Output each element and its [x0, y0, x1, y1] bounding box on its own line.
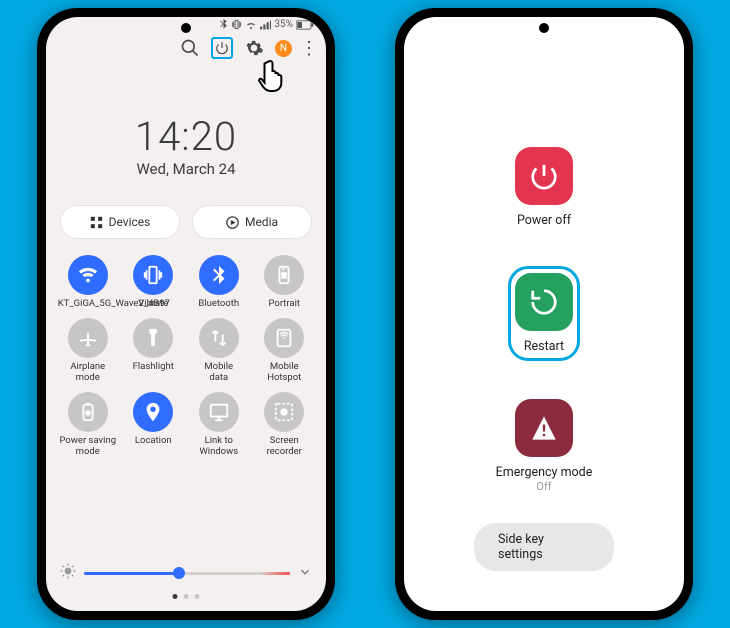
- signal-status-icon: [260, 20, 271, 30]
- hand-cursor-graphic: [256, 55, 296, 99]
- camera-punch-hole: [539, 23, 549, 33]
- side-key-settings-button[interactable]: Side key settings: [474, 523, 614, 571]
- qs-toggle-location[interactable]: Location: [122, 392, 186, 458]
- qs-label: Airplane mode: [70, 362, 105, 384]
- qs-toggle-linkwin[interactable]: Link to Windows: [187, 392, 251, 458]
- qs-label: Screen recorder: [267, 436, 302, 458]
- restart-highlight: Restart: [508, 266, 580, 361]
- status-bar: 35%: [219, 19, 314, 30]
- mobile-data-icon: [199, 318, 239, 358]
- media-label: Media: [245, 215, 278, 229]
- phone-frame-left: 35% N ⋮ 14:20 Wed, March 24: [37, 8, 335, 620]
- bluetooth-status-icon: [219, 19, 228, 30]
- more-icon[interactable]: ⋮: [302, 37, 316, 59]
- power-off-button[interactable]: Power off: [515, 147, 573, 228]
- battery-text: 35%: [274, 19, 293, 30]
- wifi-status-icon: [245, 20, 257, 30]
- airplane-icon: [68, 318, 108, 358]
- qs-toggle-hotspot[interactable]: Mobile Hotspot: [253, 318, 317, 384]
- qs-label: Mobile Hotspot: [267, 362, 301, 384]
- devices-label: Devices: [109, 215, 151, 229]
- restart-icon: [515, 273, 573, 331]
- restart-button[interactable]: Restart: [515, 273, 573, 354]
- link-windows-icon: [199, 392, 239, 432]
- emergency-label: Emergency mode: [496, 465, 593, 480]
- brightness-icon: [60, 563, 76, 583]
- emergency-mode-button[interactable]: Emergency mode Off: [496, 399, 593, 493]
- brightness-row: [60, 563, 312, 583]
- qs-toggle-powersave[interactable]: Power saving mode: [56, 392, 120, 458]
- clock-block: 14:20 Wed, March 24: [46, 113, 326, 178]
- bluetooth-icon: [199, 255, 239, 295]
- qs-toggle-mobiledata[interactable]: Mobile data: [187, 318, 251, 384]
- power-save-icon: [68, 392, 108, 432]
- qs-label: Location: [135, 436, 172, 447]
- quick-settings-screen: 35% N ⋮ 14:20 Wed, March 24: [46, 17, 326, 611]
- devices-button[interactable]: Devices: [60, 205, 180, 239]
- power-menu: Power off Restart Emergency mode Off: [404, 147, 684, 493]
- power-menu-screen: Power off Restart Emergency mode Off Sid…: [404, 17, 684, 611]
- search-icon[interactable]: [179, 37, 201, 59]
- power-off-label: Power off: [517, 213, 571, 228]
- qs-label: KT_GiGA_5G_Wave2_4B97: [58, 299, 118, 310]
- emergency-icon: [515, 399, 573, 457]
- vibrate-status-icon: [231, 19, 242, 30]
- qs-label: Vibrate: [138, 299, 168, 310]
- qs-toggle-bluetooth[interactable]: Bluetooth: [187, 255, 251, 310]
- portrait-lock-icon: [264, 255, 304, 295]
- qs-toggle-portrait[interactable]: Portrait: [253, 255, 317, 310]
- emergency-state: Off: [536, 480, 551, 493]
- quick-settings-grid: KT_GiGA_5G_Wave2_4B97 Vibrate Bluetooth Por…: [46, 255, 326, 458]
- restart-label: Restart: [524, 339, 564, 354]
- vibrate-icon: [133, 255, 173, 295]
- clock-time: 14:20: [46, 113, 326, 160]
- battery-status-icon: [296, 20, 314, 30]
- camera-punch-hole: [181, 23, 191, 33]
- qs-label: Mobile data: [204, 362, 233, 384]
- location-icon: [133, 392, 173, 432]
- qs-label: Portrait: [268, 299, 300, 310]
- qs-toggle-airplane[interactable]: Airplane mode: [56, 318, 120, 384]
- page-indicator: [173, 594, 200, 599]
- media-button[interactable]: Media: [192, 205, 312, 239]
- pill-row: Devices Media: [46, 205, 326, 239]
- phone-frame-right: Power off Restart Emergency mode Off Sid…: [395, 8, 693, 620]
- clock-date: Wed, March 24: [46, 160, 326, 178]
- qs-label: Power saving mode: [59, 436, 116, 458]
- brightness-slider[interactable]: [84, 572, 290, 575]
- brightness-thumb[interactable]: [173, 567, 185, 579]
- qs-toggle-wifi[interactable]: KT_GiGA_5G_Wave2_4B97: [56, 255, 120, 310]
- hotspot-icon: [264, 318, 304, 358]
- notification-badge[interactable]: N: [275, 40, 292, 57]
- qs-label: Link to Windows: [199, 436, 238, 458]
- qs-toggle-flashlight[interactable]: Flashlight: [122, 318, 186, 384]
- power-off-icon: [515, 147, 573, 205]
- chevron-down-icon[interactable]: [298, 564, 312, 583]
- flashlight-icon: [133, 318, 173, 358]
- screen-recorder-icon: [264, 392, 304, 432]
- qs-toggle-screenrec[interactable]: Screen recorder: [253, 392, 317, 458]
- qs-toggle-vibrate[interactable]: Vibrate: [122, 255, 186, 310]
- qs-label: Bluetooth: [198, 299, 239, 310]
- power-icon[interactable]: [211, 37, 233, 59]
- qs-label: Flashlight: [133, 362, 174, 373]
- wifi-icon: [68, 255, 108, 295]
